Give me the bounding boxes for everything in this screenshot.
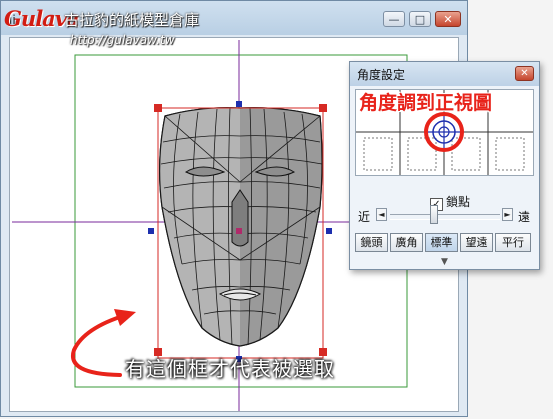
selection-handle-right: [326, 228, 332, 234]
annotation-arrow: [71, 313, 128, 377]
panel-collapse-grip[interactable]: ▼: [350, 255, 539, 269]
selection-handle-top: [236, 101, 242, 107]
selection-handle-center: [236, 228, 242, 234]
mode-button-parallel[interactable]: 平行: [495, 233, 531, 252]
slider-right-arrow[interactable]: ►: [502, 208, 513, 221]
panel-close-button[interactable]: ✕: [515, 66, 534, 81]
maximize-button[interactable]: □: [409, 11, 431, 27]
angle-settings-panel: 角度設定 ✕ 角度調到正視圖 ✓鎖點 近: [349, 61, 540, 270]
selection-handle-top-left: [154, 104, 162, 112]
mode-button-standard[interactable]: 標準: [425, 233, 458, 252]
minimize-button[interactable]: —: [383, 11, 405, 27]
lock-point-label: 鎖點: [446, 195, 471, 209]
panel-titlebar[interactable]: 角度設定 ✕: [350, 62, 539, 86]
selection-handle-left: [148, 228, 154, 234]
panel-title: 角度設定: [357, 68, 406, 82]
far-label: 遠: [518, 210, 531, 224]
watermark-url: http://gulavaw.tw: [70, 33, 175, 47]
selection-handle-top-right: [319, 104, 327, 112]
face-mask-model: [159, 107, 323, 347]
front-view-annotation: 角度調到正視圖: [359, 92, 493, 114]
close-button[interactable]: ✕: [435, 11, 461, 27]
mode-button-lens[interactable]: 鏡頭: [355, 233, 388, 252]
mode-button-wide[interactable]: 廣角: [390, 233, 423, 252]
selection-annotation-text: 有這個框才代表被選取: [125, 357, 335, 381]
front-view-target-icon: [424, 112, 464, 152]
zoom-slider-track[interactable]: [390, 214, 500, 220]
zoom-slider-thumb[interactable]: [430, 205, 438, 224]
annotation-arrow-head: [114, 309, 136, 326]
watermark-title: 古拉豹的紙模型倉庫: [64, 11, 200, 29]
mode-button-telephoto[interactable]: 望遠: [460, 233, 493, 252]
slider-left-arrow[interactable]: ◄: [376, 208, 387, 221]
near-label: 近: [358, 210, 371, 224]
